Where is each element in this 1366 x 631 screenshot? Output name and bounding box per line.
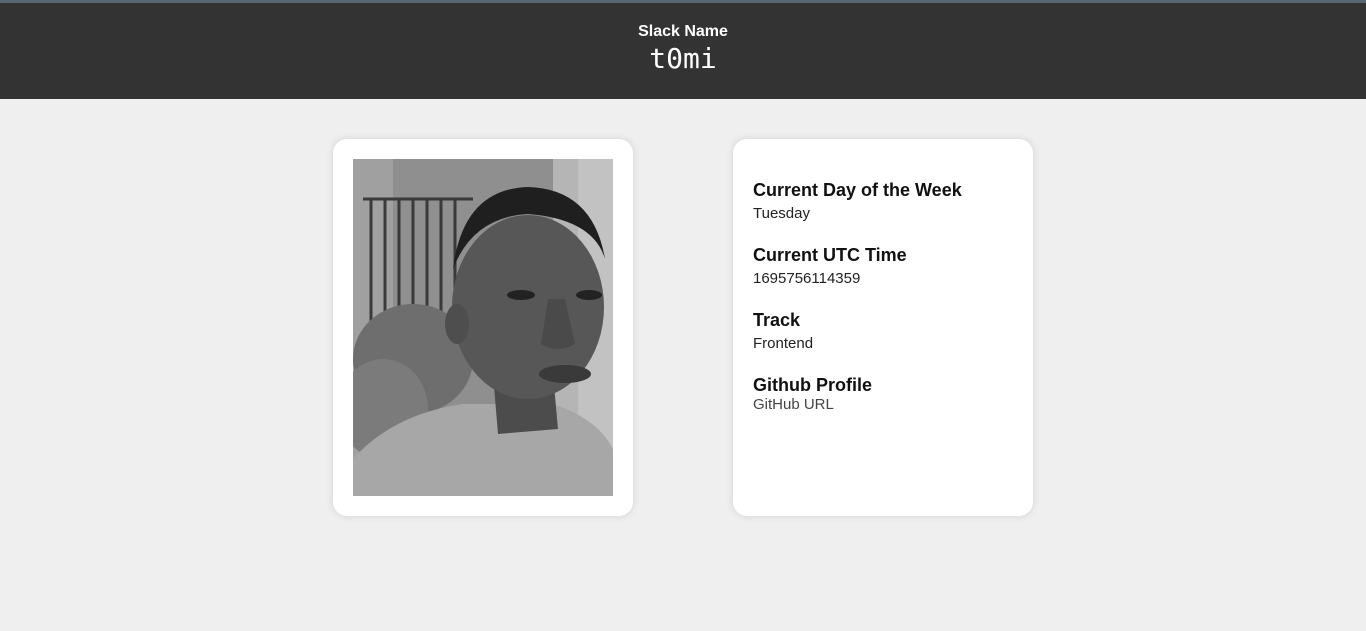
slack-name-label: Slack Name — [638, 23, 728, 40]
utc-time-heading: Current UTC Time — [753, 245, 907, 265]
day-section: Current Day of the Week Tuesday — [753, 179, 1013, 224]
slack-name-value: t0mi — [649, 42, 717, 75]
github-heading: Github Profile — [753, 375, 872, 395]
utc-time-value: 1695756114359 — [753, 270, 861, 287]
day-value: Tuesday — [753, 205, 810, 222]
profile-photo-image — [353, 159, 613, 496]
profile-photo-card — [333, 139, 633, 516]
github-url-link[interactable]: GitHub URL — [753, 396, 834, 414]
day-heading: Current Day of the Week — [753, 180, 962, 200]
utc-section: Current UTC Time 1695756114359 — [753, 244, 1013, 289]
github-section: Github Profile GitHub URL — [753, 374, 1013, 414]
info-card: Current Day of the Week Tuesday Current … — [733, 139, 1033, 516]
track-section: Track Frontend — [753, 309, 1013, 354]
track-heading: Track — [753, 310, 801, 330]
page-header: Slack Name t0mi — [0, 3, 1366, 99]
profile-photo — [353, 159, 613, 496]
track-value: Frontend — [753, 335, 814, 352]
